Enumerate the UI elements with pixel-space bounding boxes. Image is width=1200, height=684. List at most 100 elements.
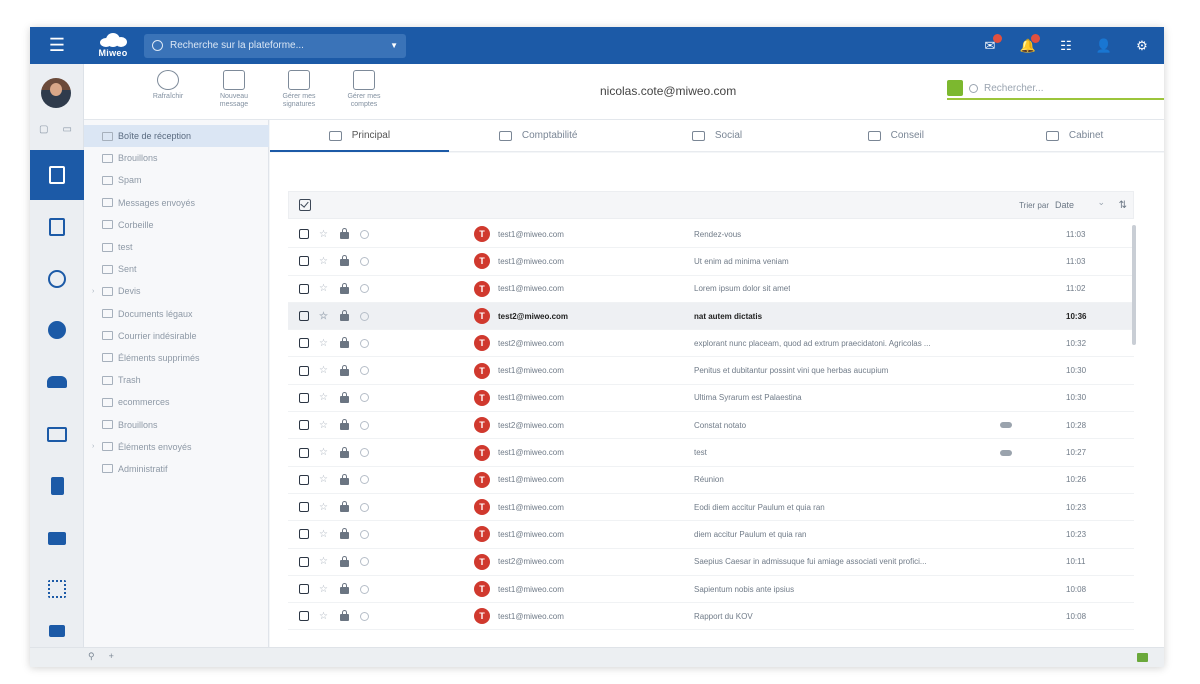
- mail-row[interactable]: ☆ Ttest1@miweo.com Ut enim ad minima venia…: [288, 248, 1134, 276]
- star-icon[interactable]: ☆: [319, 556, 331, 567]
- calendar-icon[interactable]: ▢: [39, 124, 48, 135]
- mail-row[interactable]: ☆ Ttest2@miweo.com Constat notato 10:28: [288, 412, 1134, 440]
- mail-row[interactable]: ☆ Ttest1@miweo.com Sapientum nobis ante ip…: [288, 576, 1134, 604]
- mail-row[interactable]: ☆ Ttest1@miweo.com test 10:27: [288, 439, 1134, 467]
- tab-1[interactable]: Principal: [270, 120, 449, 152]
- tab-2[interactable]: Comptabilité: [449, 120, 628, 151]
- reminder-icon[interactable]: [360, 502, 369, 512]
- reminder-icon[interactable]: [360, 529, 369, 539]
- sort-direction-icon[interactable]: ⇅: [1119, 200, 1127, 211]
- app-logo[interactable]: Miweo: [84, 27, 142, 64]
- star-icon[interactable]: ☆: [319, 474, 331, 485]
- tab-3[interactable]: Social: [628, 120, 807, 151]
- row-checkbox[interactable]: [299, 338, 309, 349]
- rail-item-unlock[interactable]: [30, 616, 84, 646]
- folder-item[interactable]: Éléments supprimés: [84, 347, 269, 369]
- chevron-down-icon[interactable]: ▼: [390, 41, 398, 50]
- folder-item[interactable]: Brouillons: [84, 147, 269, 169]
- star-icon[interactable]: ☆: [319, 502, 331, 513]
- row-checkbox[interactable]: [299, 420, 309, 431]
- mail-row[interactable]: ☆ Ttest1@miweo.com Rapport du KOV 10:08: [288, 603, 1134, 631]
- row-checkbox[interactable]: [299, 529, 309, 540]
- menu-icon[interactable]: ☰: [30, 27, 84, 64]
- star-icon[interactable]: ☆: [319, 311, 331, 322]
- lock-icon[interactable]: [340, 473, 349, 485]
- reminder-icon[interactable]: [360, 448, 369, 458]
- folder-item[interactable]: › Devis: [84, 280, 269, 302]
- row-checkbox[interactable]: [299, 229, 309, 240]
- add-folder-icon[interactable]: +: [109, 651, 114, 662]
- row-checkbox[interactable]: [299, 474, 309, 485]
- lock-icon[interactable]: [340, 364, 349, 376]
- reminder-icon[interactable]: [360, 611, 369, 621]
- manage-signatures-button[interactable]: Gérer mes signatures: [273, 70, 325, 109]
- row-checkbox[interactable]: [299, 611, 309, 622]
- select-all-checkbox[interactable]: [299, 199, 311, 211]
- mail-row[interactable]: ☆ Ttest1@miweo.com Réunion 10:26: [288, 467, 1134, 494]
- expand-chevron-icon[interactable]: ›: [92, 443, 100, 450]
- lock-icon[interactable]: [340, 528, 349, 540]
- lock-icon[interactable]: [340, 610, 349, 622]
- rail-item-mail[interactable]: [30, 150, 84, 200]
- reminder-icon[interactable]: [360, 338, 369, 348]
- mail-row[interactable]: ☆ Ttest1@miweo.com Lorem ipsum dolor sit a…: [288, 276, 1134, 303]
- lock-icon[interactable]: [340, 446, 349, 458]
- reminder-icon[interactable]: [360, 584, 369, 594]
- folder-item[interactable]: Boîte de réception: [84, 125, 269, 148]
- reminder-icon[interactable]: [360, 393, 369, 403]
- lock-icon[interactable]: [340, 228, 349, 240]
- mail-row[interactable]: ☆ Ttest1@miweo.com Eodi diem accitur Paulu…: [288, 494, 1134, 522]
- mail-row[interactable]: ☆ Ttest2@miweo.com explorant nunc placeam,…: [288, 330, 1134, 358]
- folder-item[interactable]: Trash: [84, 369, 269, 391]
- sort-select[interactable]: Date: [1051, 196, 1109, 214]
- star-icon[interactable]: ☆: [319, 420, 331, 431]
- folder-item[interactable]: Spam: [84, 169, 269, 191]
- refresh-button[interactable]: Rafraîchir: [142, 70, 194, 101]
- lock-icon[interactable]: [340, 583, 349, 594]
- rail-item-id-card[interactable]: [30, 409, 84, 459]
- tab-4[interactable]: Conseil: [806, 120, 985, 151]
- star-icon[interactable]: ☆: [319, 256, 331, 267]
- star-icon[interactable]: ☆: [319, 338, 331, 349]
- star-icon[interactable]: ☆: [319, 611, 331, 622]
- star-icon[interactable]: ☆: [319, 283, 331, 294]
- star-icon[interactable]: ☆: [319, 447, 331, 458]
- folder-item[interactable]: Sent: [84, 258, 269, 280]
- folder-item[interactable]: ecommerces: [84, 391, 269, 413]
- lock-icon[interactable]: [340, 282, 349, 294]
- mail-row[interactable]: ☆ Ttest1@miweo.com Rendez-vous 11:03: [288, 221, 1134, 249]
- new-message-button[interactable]: Nouveau message: [208, 70, 260, 109]
- row-checkbox[interactable]: [299, 365, 309, 376]
- lock-icon[interactable]: [340, 501, 349, 513]
- star-icon[interactable]: ☆: [319, 584, 331, 595]
- row-checkbox[interactable]: [299, 283, 309, 294]
- reminder-icon[interactable]: [360, 284, 369, 294]
- lock-icon[interactable]: [340, 337, 349, 349]
- reminder-icon[interactable]: [360, 311, 369, 321]
- tab-5[interactable]: Cabinet: [985, 120, 1164, 151]
- star-icon[interactable]: ☆: [319, 392, 331, 403]
- folder-item[interactable]: Messages envoyés: [84, 192, 269, 214]
- reminder-icon[interactable]: [360, 256, 369, 266]
- row-checkbox[interactable]: [299, 584, 309, 594]
- star-icon[interactable]: ☆: [319, 529, 331, 540]
- global-search-input[interactable]: Recherche sur la plateforme... ▼: [144, 33, 406, 58]
- chat-icon[interactable]: ▭: [62, 124, 71, 135]
- filter-icon[interactable]: ⚲: [88, 651, 95, 662]
- rail-item-info[interactable]: [30, 305, 84, 355]
- expand-chevron-icon[interactable]: ›: [92, 288, 100, 295]
- gear-icon[interactable]: ⚙: [1134, 38, 1150, 54]
- lock-icon[interactable]: [340, 555, 349, 567]
- reminder-icon[interactable]: [360, 475, 369, 485]
- reminder-icon[interactable]: [360, 366, 369, 376]
- reminder-icon[interactable]: [360, 557, 369, 567]
- rail-item-calculator[interactable]: [30, 202, 84, 252]
- scrollbar[interactable]: [1132, 225, 1136, 345]
- star-icon[interactable]: ☆: [319, 365, 331, 376]
- lock-icon[interactable]: [340, 310, 349, 322]
- list-icon[interactable]: ☷: [1058, 38, 1074, 54]
- folder-item[interactable]: › Éléments envoyés: [84, 436, 269, 458]
- folder-item[interactable]: Corbeille: [84, 214, 269, 236]
- lock-icon[interactable]: [340, 419, 349, 431]
- folder-item[interactable]: Brouillons: [84, 413, 269, 435]
